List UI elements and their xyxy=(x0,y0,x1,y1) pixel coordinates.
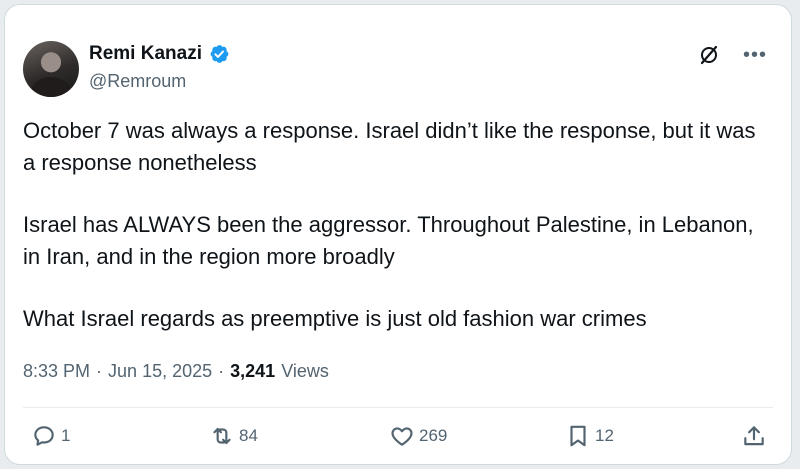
retweet-button[interactable]: 84 xyxy=(209,423,258,449)
views-label: Views xyxy=(281,361,329,381)
like-count: 269 xyxy=(419,426,448,445)
author-handle[interactable]: @Remroum xyxy=(89,71,186,92)
bookmark-count: 12 xyxy=(595,426,614,445)
reply-icon xyxy=(34,426,54,446)
author-name-row: Remi Kanazi xyxy=(89,43,230,65)
share-button[interactable] xyxy=(741,423,767,449)
tweet-card: Remi Kanazi @Remroum ••• October 7 was a… xyxy=(4,4,792,465)
avatar-silhouette xyxy=(31,77,71,97)
tweet-date[interactable]: Jun 15, 2025 xyxy=(108,361,212,382)
bookmark-icon xyxy=(570,425,586,447)
grok-icon[interactable] xyxy=(697,43,721,67)
tweet-paragraph-2: Israel has ALWAYS been the aggressor. Th… xyxy=(23,212,754,269)
share-icon xyxy=(744,426,764,446)
avatar[interactable] xyxy=(23,41,79,97)
meta-separator: · xyxy=(218,361,225,381)
like-button[interactable]: 269 xyxy=(389,423,447,449)
tweet-meta: 8:33 PM · Jun 15, 2025 · 3,241 Views xyxy=(23,361,329,382)
meta-separator: · xyxy=(96,361,103,381)
reply-button[interactable]: 1 xyxy=(31,423,70,449)
like-icon xyxy=(391,427,413,446)
divider xyxy=(23,407,773,408)
top-right-actions: ••• xyxy=(697,43,767,67)
verified-badge-icon xyxy=(210,45,229,63)
tweet-paragraph-1: October 7 was always a response. Israel … xyxy=(23,118,756,175)
bookmark-button[interactable]: 12 xyxy=(565,423,614,449)
retweet-icon xyxy=(213,427,231,445)
tweet-time[interactable]: 8:33 PM xyxy=(23,361,90,382)
author-name[interactable]: Remi Kanazi xyxy=(89,43,202,65)
reply-count: 1 xyxy=(61,426,71,445)
action-bar: 1 84 269 12 xyxy=(29,423,767,457)
more-icon[interactable]: ••• xyxy=(743,43,767,67)
views-count: 3,241 xyxy=(230,361,276,381)
tweet-paragraph-3: What Israel regards as preemptive is jus… xyxy=(23,306,647,331)
retweet-count: 84 xyxy=(239,426,258,445)
